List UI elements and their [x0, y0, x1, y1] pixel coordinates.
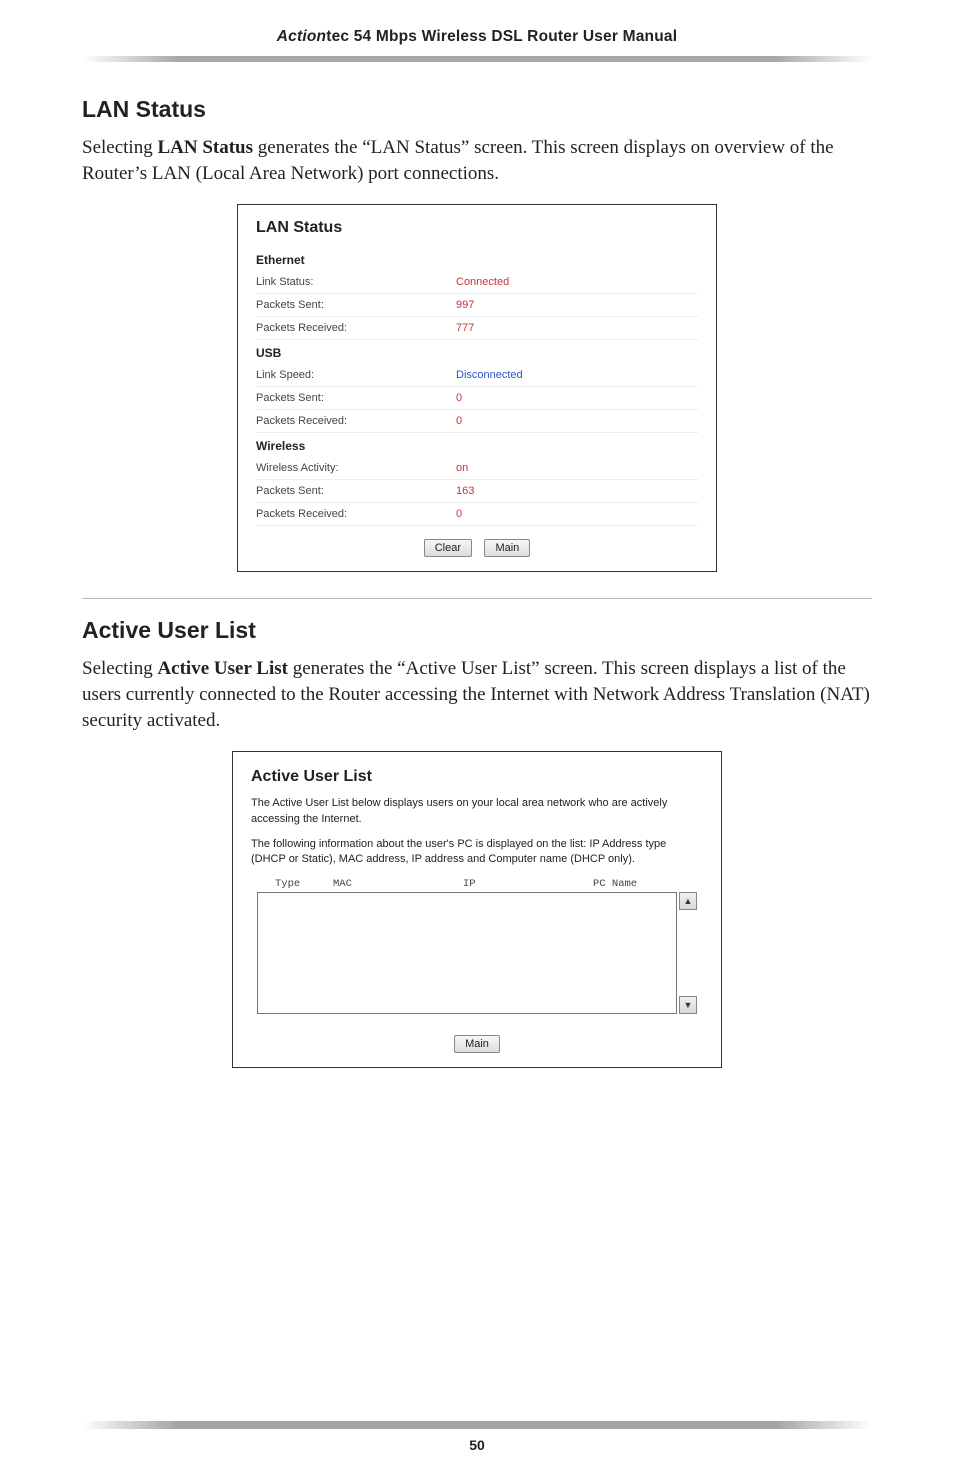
aul-desc-2: The following information about the user… [251, 837, 703, 868]
aul-button-row: Main [251, 1022, 703, 1053]
aul-col-pc: PC Name [593, 878, 695, 890]
main-button-lan[interactable]: Main [484, 539, 530, 557]
wl-activity-key: Wireless Activity: [256, 462, 456, 474]
row-usb-pkts-sent: Packets Sent: 0 [256, 387, 698, 410]
eth-link-status-val: Connected [456, 276, 698, 288]
aul-column-headers: Type MAC IP PC Name [251, 878, 703, 892]
row-wl-pkts-sent: Packets Sent: 163 [256, 480, 698, 503]
running-header: Actiontec 54 Mbps Wireless DSL Router Us… [82, 28, 872, 56]
brand-bold: Action [277, 28, 326, 45]
page-number: 50 [0, 1437, 954, 1453]
row-eth-pkts-recv: Packets Received: 777 [256, 317, 698, 340]
scroll-down-button[interactable]: ▼ [679, 996, 697, 1014]
wl-pkts-recv-key: Packets Received: [256, 508, 456, 520]
wl-pkts-sent-key: Packets Sent: [256, 485, 456, 497]
row-wl-pkts-recv: Packets Received: 0 [256, 503, 698, 526]
section-body-lan-status: Selecting LAN Status generates the “LAN … [82, 135, 872, 186]
group-ethernet-label: Ethernet [256, 247, 698, 271]
lan-status-panel: LAN Status Ethernet Link Status: Connect… [237, 204, 717, 572]
aul-scrollbar: ▲ ▼ [679, 892, 697, 1014]
row-eth-link-status: Link Status: Connected [256, 271, 698, 294]
footer-rule [82, 1421, 872, 1429]
usb-link-speed-key: Link Speed: [256, 369, 456, 381]
lan-status-title: LAN Status [256, 219, 698, 237]
row-usb-link-speed: Link Speed: Disconnected [256, 364, 698, 387]
chevron-up-icon: ▲ [684, 896, 693, 906]
eth-pkts-recv-val: 777 [456, 322, 698, 334]
usb-pkts-recv-key: Packets Received: [256, 415, 456, 427]
section-body-active-user-list: Selecting Active User List generates the… [82, 656, 872, 733]
main-button-aul[interactable]: Main [454, 1035, 500, 1053]
aul-col-mac: MAC [333, 878, 463, 890]
usb-pkts-sent-key: Packets Sent: [256, 392, 456, 404]
section-heading-active-user-list: Active User List [82, 617, 872, 644]
active-user-list-panel: Active User List The Active User List be… [232, 751, 722, 1068]
section-divider [82, 598, 872, 599]
aul-col-type: Type [275, 878, 333, 890]
wl-activity-val: on [456, 462, 698, 474]
aul-title: Active User List [251, 768, 703, 786]
row-eth-pkts-sent: Packets Sent: 997 [256, 294, 698, 317]
group-usb-label: USB [256, 340, 698, 364]
aul-desc-1: The Active User List below displays user… [251, 796, 703, 827]
eth-pkts-sent-val: 997 [456, 299, 698, 311]
eth-link-status-key: Link Status: [256, 276, 456, 288]
aul-col-ip: IP [463, 878, 593, 890]
eth-pkts-sent-key: Packets Sent: [256, 299, 456, 311]
lan-button-row: Clear Main [256, 526, 698, 557]
eth-pkts-recv-key: Packets Received: [256, 322, 456, 334]
clear-button[interactable]: Clear [424, 539, 472, 557]
aul-listbox[interactable] [257, 892, 677, 1014]
chevron-down-icon: ▼ [684, 1000, 693, 1010]
usb-pkts-recv-val: 0 [456, 415, 698, 427]
group-wireless-label: Wireless [256, 433, 698, 457]
wl-pkts-sent-val: 163 [456, 485, 698, 497]
scroll-track[interactable] [679, 910, 697, 996]
brand-rest: tec 54 Mbps Wireless DSL Router User Man… [326, 28, 677, 45]
usb-pkts-sent-val: 0 [456, 392, 698, 404]
usb-link-speed-val: Disconnected [456, 369, 698, 381]
wl-pkts-recv-val: 0 [456, 508, 698, 520]
header-rule [82, 56, 872, 62]
row-usb-pkts-recv: Packets Received: 0 [256, 410, 698, 433]
scroll-up-button[interactable]: ▲ [679, 892, 697, 910]
aul-list-wrap: ▲ ▼ [257, 892, 697, 1014]
row-wl-activity: Wireless Activity: on [256, 457, 698, 480]
section-heading-lan-status: LAN Status [82, 96, 872, 123]
